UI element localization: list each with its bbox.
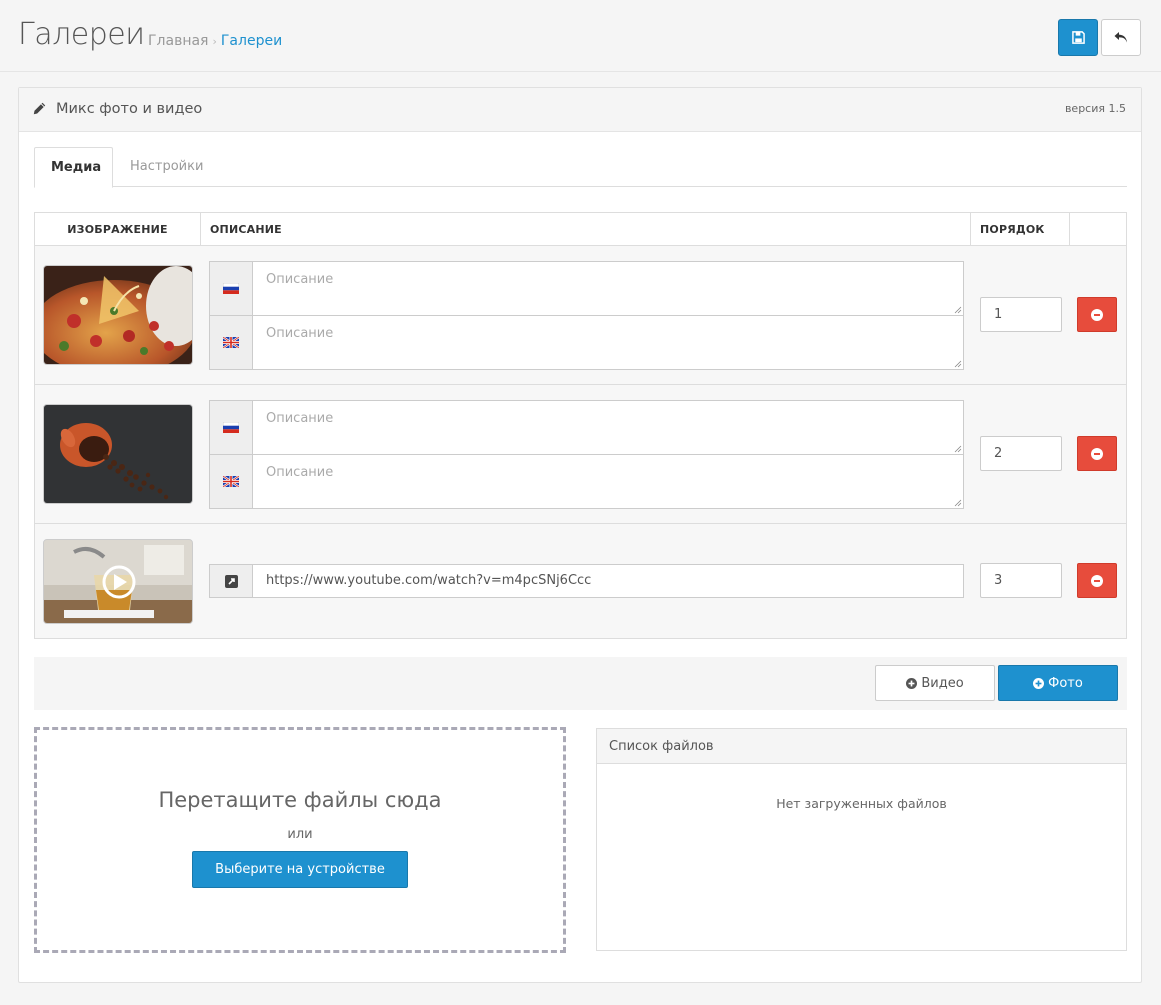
- remove-row-button[interactable]: [1077, 563, 1117, 598]
- plus-circle-icon: [1033, 677, 1045, 689]
- order-input[interactable]: 2: [980, 436, 1062, 471]
- dropzone-title: Перетащите файлы сюда: [158, 788, 442, 812]
- add-media-toolbar: Видео Фото: [34, 657, 1127, 710]
- resize-handle-icon[interactable]: [954, 306, 962, 314]
- breadcrumb-current[interactable]: Галереи: [221, 33, 282, 49]
- pencil-icon: [33, 102, 46, 115]
- column-header-image: ИЗОБРАЖЕНИЕ: [35, 213, 201, 246]
- plus-circle-icon: [906, 677, 918, 689]
- minus-circle-icon: [1091, 574, 1103, 587]
- description-placeholder: Описание: [266, 326, 334, 341]
- column-header-order: ПОРЯДОК: [971, 213, 1070, 246]
- flag-ru-icon: [210, 262, 253, 315]
- description-placeholder: Описание: [266, 272, 334, 287]
- add-video-label: Видео: [921, 675, 964, 691]
- media-thumbnail-coffee[interactable]: [43, 404, 193, 504]
- order-input[interactable]: 1: [980, 297, 1062, 332]
- panel-title: Микс фото и видео: [56, 101, 203, 117]
- tabs: Медиа Настройки: [34, 147, 1127, 188]
- floppy-disk-icon: [1071, 31, 1085, 44]
- resize-handle-icon[interactable]: [954, 499, 962, 507]
- flag-gb-icon: [210, 455, 253, 508]
- flag-ru-icon: [210, 401, 253, 454]
- description-placeholder: Описание: [266, 465, 334, 480]
- add-photo-label: Фото: [1048, 675, 1083, 691]
- breadcrumb-home[interactable]: Главная: [148, 33, 208, 49]
- table-header: ИЗОБРАЖЕНИЕ ОПИСАНИЕ ПОРЯДОК: [35, 213, 1126, 246]
- table-row: Описание Описание 2: [35, 385, 1126, 524]
- media-table: ИЗОБРАЖЕНИЕ ОПИСАНИЕ ПОРЯДОК Описание Оп…: [34, 212, 1127, 639]
- description-placeholder: Описание: [266, 411, 334, 426]
- breadcrumb-separator: ›: [212, 35, 217, 48]
- tab-media[interactable]: Медиа: [34, 147, 113, 188]
- file-list-panel: Список файлов Нет загруженных файлов: [596, 728, 1127, 951]
- minus-circle-icon: [1091, 308, 1103, 321]
- file-list-title: Список файлов: [597, 729, 1126, 764]
- save-button[interactable]: [1058, 19, 1098, 56]
- page-title: Галереи: [18, 17, 145, 52]
- description-textarea-en[interactable]: Описание: [209, 454, 964, 509]
- file-dropzone[interactable]: Перетащите файлы сюда или Выберите на ус…: [34, 727, 566, 953]
- column-header-description: ОПИСАНИЕ: [201, 213, 971, 246]
- dropzone-or: или: [287, 827, 313, 842]
- file-list-empty: Нет загруженных файлов: [776, 796, 947, 811]
- page-header: Галереи Главная › Галереи: [0, 0, 1161, 72]
- breadcrumb: Главная › Галереи: [148, 33, 282, 49]
- description-group: Описание Описание: [209, 261, 964, 370]
- order-input[interactable]: 3: [980, 563, 1062, 598]
- remove-row-button[interactable]: [1077, 297, 1117, 332]
- back-button[interactable]: [1101, 19, 1141, 56]
- version-label: версия 1.5: [1064, 102, 1126, 115]
- add-video-button[interactable]: Видео: [875, 665, 995, 701]
- description-textarea-ru[interactable]: Описание: [209, 400, 964, 455]
- remove-row-button[interactable]: [1077, 436, 1117, 471]
- description-textarea-en[interactable]: Описание: [209, 315, 964, 370]
- video-url-field[interactable]: https://www.youtube.com/watch?v=m4pcSNj6…: [209, 564, 964, 598]
- video-url-value: https://www.youtube.com/watch?v=m4pcSNj6…: [266, 573, 592, 588]
- table-row: https://www.youtube.com/watch?v=m4pcSNj6…: [35, 524, 1126, 638]
- table-row: Описание Описание 1: [35, 246, 1126, 385]
- column-header-actions: [1070, 213, 1126, 246]
- choose-file-button[interactable]: Выберите на устройстве: [192, 851, 408, 888]
- minus-circle-icon: [1091, 447, 1103, 460]
- description-textarea-ru[interactable]: Описание: [209, 261, 964, 316]
- add-photo-button[interactable]: Фото: [998, 665, 1118, 701]
- resize-handle-icon[interactable]: [954, 445, 962, 453]
- reply-icon: [1114, 32, 1127, 43]
- media-thumbnail-video[interactable]: [43, 539, 193, 624]
- external-link-icon: [210, 565, 253, 597]
- resize-handle-icon[interactable]: [954, 360, 962, 368]
- panel-heading: Микс фото и видео версия 1.5: [19, 88, 1141, 132]
- media-thumbnail-pizza[interactable]: [43, 265, 193, 365]
- flag-gb-icon: [210, 316, 253, 369]
- description-group: Описание Описание: [209, 400, 964, 509]
- gallery-panel: Микс фото и видео версия 1.5 Медиа Настр…: [18, 87, 1142, 983]
- tab-settings[interactable]: Настройки: [114, 147, 219, 187]
